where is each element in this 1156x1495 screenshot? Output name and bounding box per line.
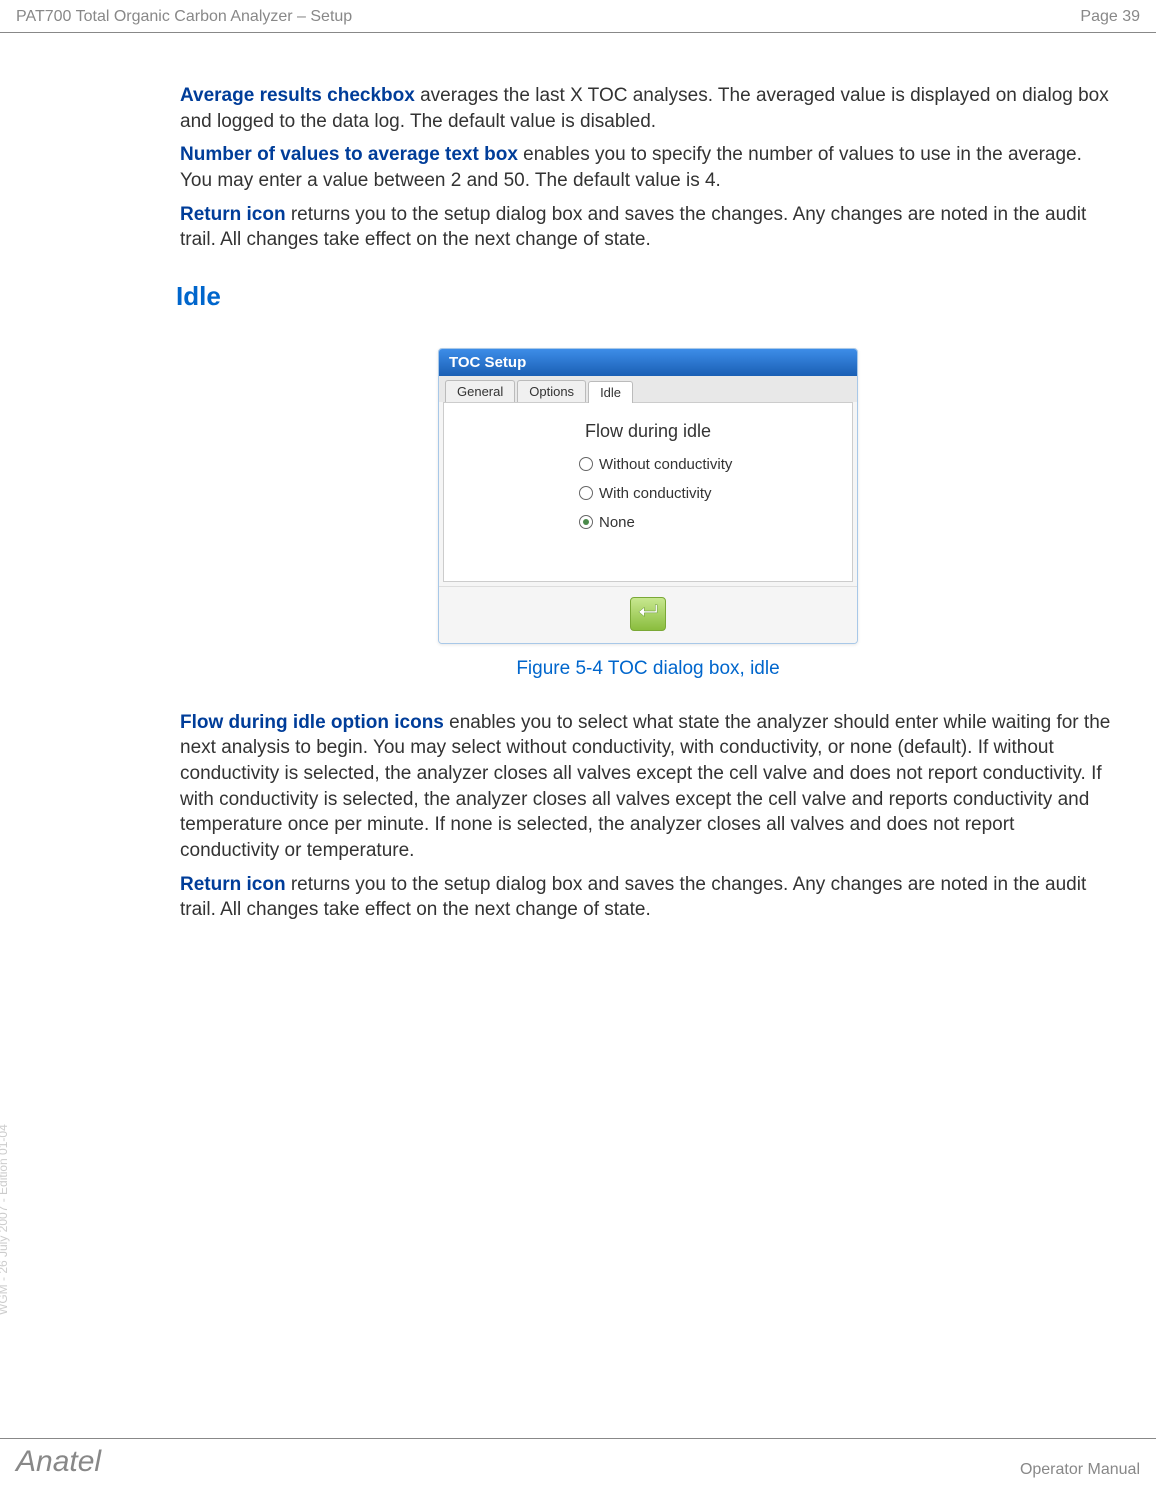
- side-edition-text: WGM - 26 July 2007 - Edition 01-04: [0, 1124, 10, 1315]
- footer-manual-label: Operator Manual: [1020, 1461, 1140, 1479]
- radio-with-conductivity[interactable]: With conductivity: [579, 485, 842, 502]
- paragraph-number-values: Number of values to average text box ena…: [180, 142, 1116, 193]
- paragraph-return-icon-2: Return icon returns you to the setup dia…: [180, 872, 1116, 923]
- term-return-icon: Return icon: [180, 874, 286, 895]
- paragraph-average-results: Average results checkbox averages the la…: [180, 83, 1116, 134]
- dialog-footer: [439, 586, 857, 643]
- text: returns you to the setup dialog box and …: [180, 874, 1086, 921]
- toc-setup-dialog: TOC Setup General Options Idle Flow duri…: [438, 348, 858, 644]
- radio-group-flow: Without conductivity With conductivity N…: [579, 456, 842, 531]
- figure-caption: Figure 5-4 TOC dialog box, idle: [516, 658, 779, 680]
- term-return-icon: Return icon: [180, 204, 286, 225]
- term-average-results: Average results checkbox: [180, 85, 415, 106]
- header-page-number: Page 39: [1080, 8, 1140, 26]
- dialog-section-title: Flow during idle: [454, 421, 842, 442]
- radio-label: None: [599, 514, 635, 531]
- tab-options[interactable]: Options: [517, 380, 586, 402]
- paragraph-return-icon-1: Return icon returns you to the setup dia…: [180, 202, 1116, 253]
- text: enables you to select what state the ana…: [180, 712, 1110, 861]
- term-flow-during-idle: Flow during idle option icons: [180, 712, 444, 733]
- tab-general[interactable]: General: [445, 380, 515, 402]
- radio-icon: [579, 515, 593, 529]
- page-footer: Anatel Operator Manual: [0, 1438, 1156, 1495]
- term-number-values: Number of values to average text box: [180, 144, 518, 165]
- figure-toc-dialog: TOC Setup General Options Idle Flow duri…: [180, 348, 1116, 680]
- radio-icon: [579, 486, 593, 500]
- footer-brand: Anatel: [16, 1445, 101, 1479]
- radio-label: Without conductivity: [599, 456, 732, 473]
- paragraph-flow-during-idle: Flow during idle option icons enables yo…: [180, 710, 1116, 864]
- return-arrow-icon: [637, 601, 659, 626]
- dialog-title: TOC Setup: [439, 349, 857, 376]
- radio-without-conductivity[interactable]: Without conductivity: [579, 456, 842, 473]
- radio-label: With conductivity: [599, 485, 712, 502]
- dialog-tabs: General Options Idle: [439, 376, 857, 402]
- radio-none[interactable]: None: [579, 514, 842, 531]
- radio-icon: [579, 457, 593, 471]
- tab-idle[interactable]: Idle: [588, 381, 633, 403]
- text: returns you to the setup dialog box and …: [180, 204, 1086, 251]
- header-title: PAT700 Total Organic Carbon Analyzer – S…: [16, 8, 352, 26]
- section-heading-idle: Idle: [176, 281, 1116, 312]
- main-content: Average results checkbox averages the la…: [0, 33, 1156, 923]
- page-header: PAT700 Total Organic Carbon Analyzer – S…: [0, 0, 1156, 33]
- return-button[interactable]: [630, 597, 666, 631]
- dialog-body: Flow during idle Without conductivity Wi…: [443, 402, 853, 582]
